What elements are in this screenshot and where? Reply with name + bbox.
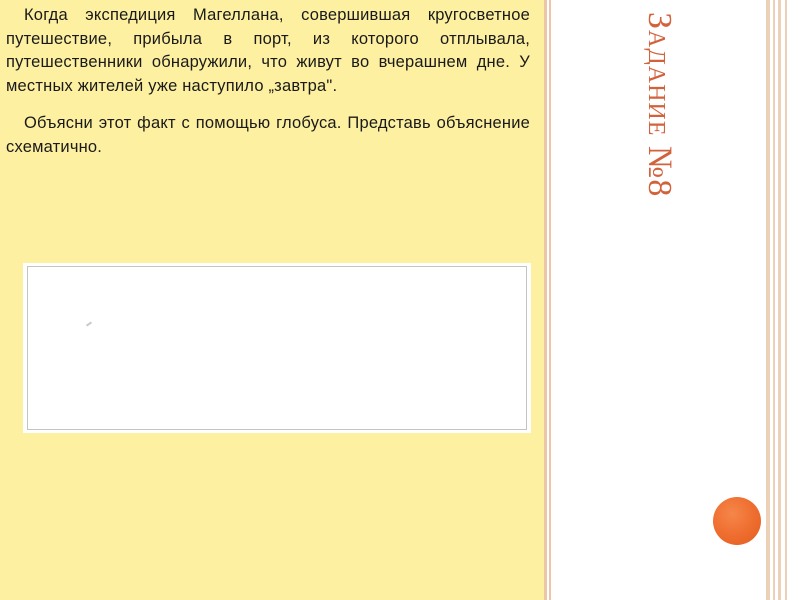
content-panel: Когда экспедиция Магеллана, совершившая … (0, 0, 545, 600)
slide-title: Задание №8 (641, 12, 678, 198)
slide: Когда экспедиция Магеллана, совершившая … (0, 0, 800, 600)
decorative-line (778, 0, 781, 600)
drawing-area-border (27, 266, 527, 430)
task-paragraph-2: Объясни этот факт с помощью глобуса. Пре… (6, 114, 530, 156)
decorative-line (766, 0, 770, 600)
decorative-circle (713, 497, 761, 545)
divider-stripe (544, 0, 547, 600)
task-text: Когда экспедиция Магеллана, совершившая … (6, 4, 530, 159)
decorative-line (773, 0, 775, 600)
divider-stripe (549, 0, 551, 600)
task-paragraph-1: Когда экспедиция Магеллана, совершившая … (6, 6, 530, 95)
decorative-line (785, 0, 787, 600)
answer-drawing-area (23, 263, 531, 433)
